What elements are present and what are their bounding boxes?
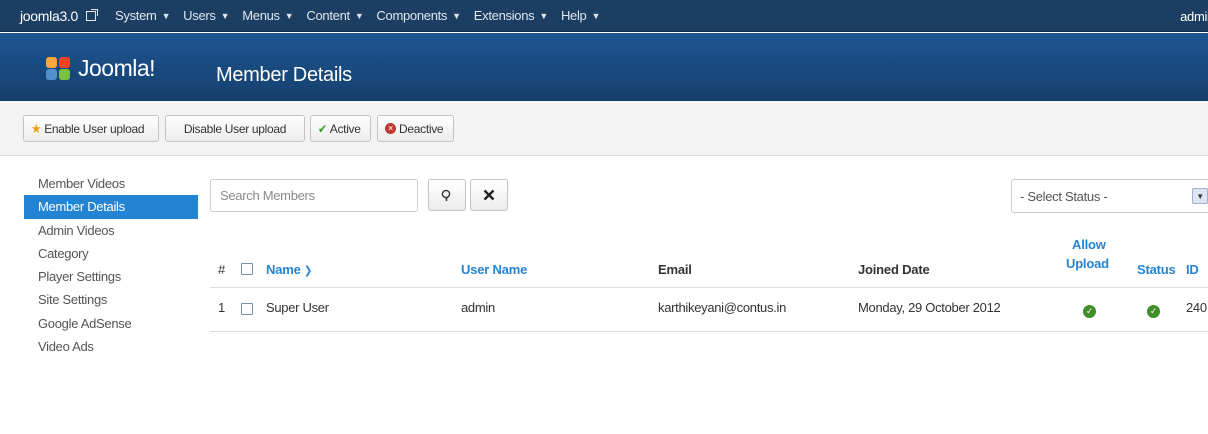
sort-desc-icon: ❯ — [304, 265, 313, 277]
button-label: Deactive — [399, 121, 444, 136]
disable-user-upload-button[interactable]: Disable User upload — [165, 115, 305, 142]
close-icon — [483, 189, 495, 201]
select-all-checkbox[interactable] — [241, 263, 253, 275]
sidebar-item-site-settings[interactable]: Site Settings — [24, 288, 198, 311]
col-header-status[interactable]: Status — [1137, 262, 1176, 277]
caret-down-icon: ▼ — [284, 10, 294, 21]
menu-label: Menus — [242, 8, 280, 23]
deactive-button[interactable]: ✕ Deactive — [377, 115, 454, 142]
caret-down-icon: ▼ — [591, 10, 601, 21]
menu-content[interactable]: Content ▼ — [306, 8, 363, 23]
check-icon: ✔ — [318, 121, 327, 136]
caret-down-icon: ▼ — [354, 10, 364, 21]
joomla-logo: Joomla! — [46, 55, 156, 82]
table-divider — [210, 331, 1208, 332]
sidebar-item-google-adsense[interactable]: Google AdSense — [24, 312, 198, 335]
star-icon: ★ — [31, 120, 42, 136]
col-header-label: Name — [266, 262, 301, 277]
row-email: karthikeyani@contus.in — [658, 300, 786, 315]
page-title: Member Details — [216, 64, 352, 86]
remove-circle-icon: ✕ — [385, 123, 396, 134]
sidebar-item-category[interactable]: Category — [24, 242, 198, 265]
menu-label: Users — [183, 8, 216, 23]
sidebar-item-player-settings[interactable]: Player Settings — [24, 265, 198, 288]
col-header-label: Allow — [1072, 237, 1106, 252]
menu-label: Help — [560, 8, 587, 23]
col-header-label: Upload — [1066, 256, 1109, 271]
row-num: 1 — [218, 300, 225, 315]
menu-label: Components — [376, 8, 448, 23]
caret-down-icon: ▼ — [220, 10, 230, 21]
row-id: 240 — [1186, 300, 1207, 315]
search-input[interactable] — [210, 179, 418, 212]
caret-down-icon: ▼ — [161, 10, 171, 21]
site-link[interactable]: joomla3.0 — [0, 7, 99, 24]
menu-components[interactable]: Components ▼ — [376, 8, 461, 23]
table-divider — [210, 287, 1208, 288]
col-header-allow-upload[interactable]: Allow Upload — [1066, 237, 1109, 271]
sidebar-item-admin-videos[interactable]: Admin Videos — [24, 219, 198, 242]
main-menu: System ▼ Users ▼ Menus ▼ Content ▼ Component… — [115, 8, 600, 23]
status-select[interactable]: - Select Status - ▼ — [1011, 179, 1208, 213]
caret-down-icon: ▼ — [452, 10, 461, 21]
select-value: - Select Status - — [1020, 188, 1108, 204]
menu-label: Content — [306, 8, 350, 23]
button-label: Disable User upload — [183, 121, 287, 136]
status-ok-icon[interactable]: ✓ — [1147, 305, 1160, 318]
menu-label: Extensions — [473, 8, 535, 23]
row-username: admin — [461, 300, 495, 315]
col-header-name[interactable]: Name ❯ — [266, 262, 312, 277]
page-header: Joomla! Member Details — [0, 33, 1208, 101]
logo-text: Joomla! — [78, 55, 156, 81]
top-navbar: joomla3.0 System ▼ Users ▼ Menus ▼ Content ▼… — [0, 0, 1208, 32]
menu-system[interactable]: System ▼ — [115, 8, 170, 23]
col-header-num: # — [218, 262, 226, 277]
search-icon — [441, 189, 451, 201]
sidebar: Member Videos Member Details Admin Video… — [24, 172, 198, 358]
search-button[interactable] — [428, 179, 466, 211]
enable-user-upload-button[interactable]: ★ Enable User upload — [23, 115, 159, 142]
col-header-username[interactable]: User Name — [461, 262, 527, 277]
sidebar-item-member-videos[interactable]: Member Videos — [24, 172, 198, 195]
sidebar-item-video-ads[interactable]: Video Ads — [24, 335, 198, 358]
col-header-joined-date: Joined Date — [858, 262, 930, 277]
external-link-icon — [86, 8, 99, 21]
menu-help[interactable]: Help ▼ — [561, 8, 600, 23]
clear-search-button[interactable] — [470, 179, 508, 211]
active-button[interactable]: ✔ Active — [310, 115, 371, 142]
chevron-down-icon: ▼ — [1192, 188, 1208, 204]
user-menu[interactable]: admin — [1180, 9, 1208, 24]
caret-down-icon: ▼ — [539, 10, 548, 21]
joomla-logo-icon — [46, 56, 72, 81]
toolbar: ★ Enable User upload Disable User upload… — [0, 101, 1208, 156]
sidebar-item-member-details[interactable]: Member Details — [24, 195, 198, 219]
menu-extensions[interactable]: Extensions ▼ — [474, 8, 548, 23]
col-header-id[interactable]: ID — [1186, 262, 1199, 277]
button-label: Active — [329, 121, 361, 136]
allow-upload-ok-icon[interactable]: ✓ — [1083, 305, 1096, 318]
row-joined-date: Monday, 29 October 2012 — [858, 300, 1001, 315]
row-name: Super User — [266, 300, 329, 315]
button-label: Enable User upload — [44, 121, 145, 136]
menu-users[interactable]: Users ▼ — [183, 8, 229, 23]
site-name: joomla3.0 — [20, 7, 79, 24]
menu-menus[interactable]: Menus ▼ — [242, 8, 293, 23]
row-checkbox[interactable] — [241, 303, 253, 315]
col-header-email: Email — [658, 262, 692, 277]
menu-label: System — [115, 8, 157, 23]
